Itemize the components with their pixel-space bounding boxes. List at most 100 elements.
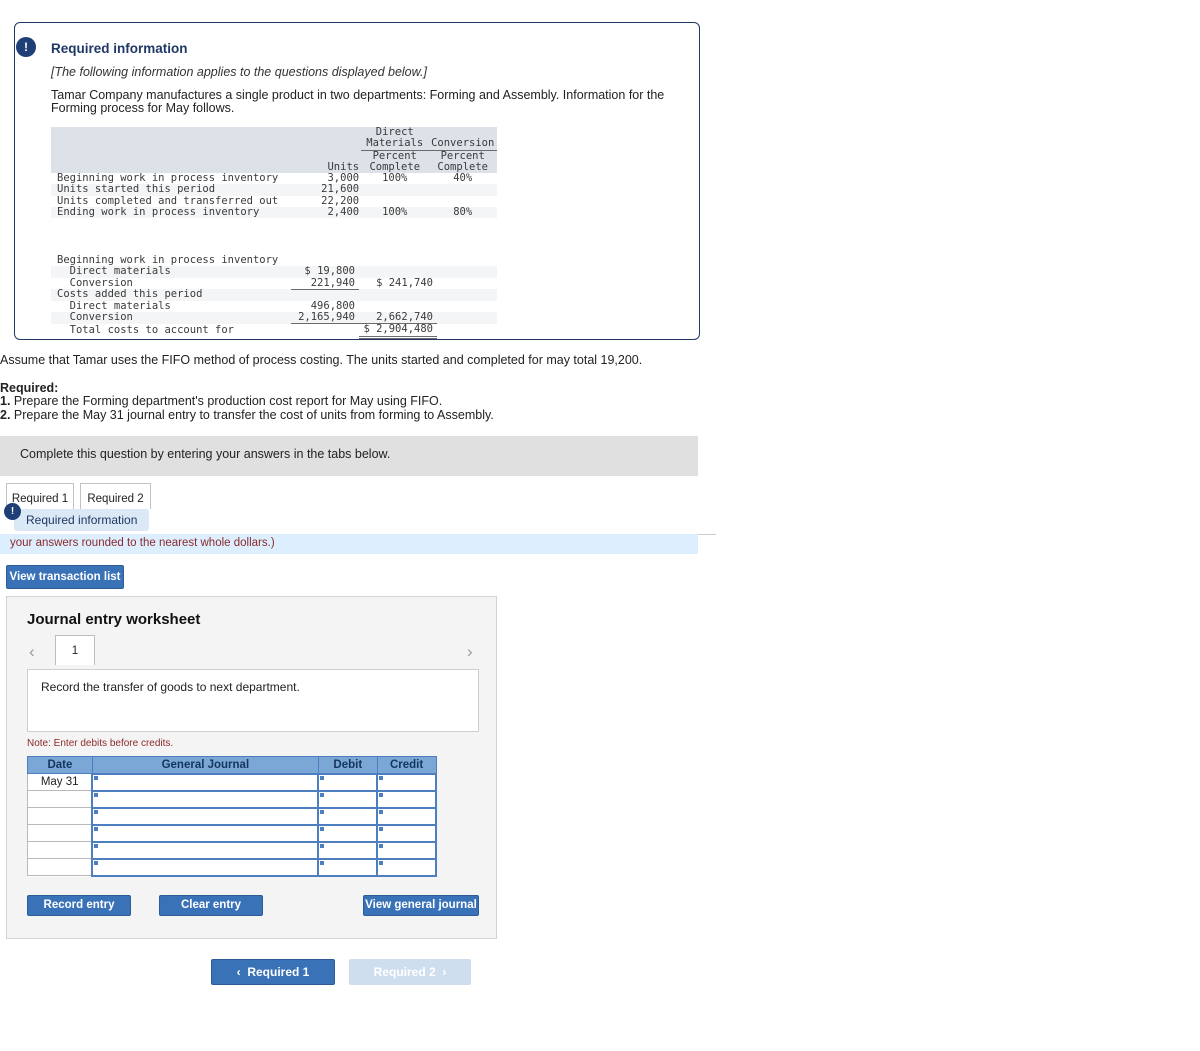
- cell-general-journal[interactable]: [91, 806, 320, 826]
- requirement-1-text: Prepare the Forming department's product…: [13, 394, 443, 408]
- row-col-a: $ 19,800: [291, 265, 359, 278]
- cell-credit[interactable]: [376, 823, 437, 843]
- row-cv: 80%: [428, 206, 497, 219]
- cell-date[interactable]: [27, 858, 93, 876]
- cell-debit[interactable]: [317, 840, 379, 860]
- chevron-left-icon[interactable]: ‹: [29, 643, 35, 661]
- row-label: Conversion: [51, 312, 291, 324]
- worksheet-pager: ‹ 1 ›: [27, 635, 479, 669]
- table-header-row-group: Direct: [51, 126, 497, 139]
- cell-general-journal[interactable]: [91, 857, 320, 877]
- table-spacer-row: [51, 218, 497, 225]
- cell-debit[interactable]: [317, 823, 379, 843]
- requirement-2: 2. Prepare the May 31 journal entry to t…: [0, 408, 494, 422]
- cell-date[interactable]: [27, 790, 93, 808]
- nav-prev-label: Required 1: [247, 965, 310, 979]
- cost-summary-table: Beginning work in process inventory Dire…: [51, 254, 497, 339]
- table-row: Costs added this period: [51, 289, 497, 301]
- journal-entry-worksheet-panel: Journal entry worksheet ‹ 1 › Record the…: [6, 596, 497, 939]
- cell-date[interactable]: [27, 807, 93, 825]
- cv-group-label: Conversion: [428, 138, 497, 151]
- cell-credit[interactable]: [376, 789, 437, 809]
- required-heading: Required:: [0, 381, 59, 395]
- instruction-bar: Complete this question by entering your …: [0, 436, 698, 476]
- cell-debit[interactable]: [317, 806, 379, 826]
- exclamation-icon: !: [4, 503, 21, 520]
- rounding-banner: your answers rounded to the nearest whol…: [0, 534, 698, 554]
- record-entry-button[interactable]: Record entry: [27, 895, 131, 916]
- banner-divider: [698, 534, 716, 535]
- worksheet-title: Journal entry worksheet: [27, 611, 201, 628]
- cell-credit[interactable]: [376, 857, 437, 877]
- column-header-debit: Debit: [317, 756, 378, 774]
- chevron-right-icon[interactable]: ›: [467, 643, 473, 661]
- required-information-panel: ! Required information [The following in…: [14, 22, 700, 340]
- table-row: May 31: [27, 772, 437, 792]
- row-total-value: $ 2,904,480: [359, 324, 437, 339]
- nav-required-2-button[interactable]: Required 2 ›: [349, 959, 471, 985]
- journal-header-row: Date General Journal Debit Credit: [27, 756, 437, 774]
- row-col-a: 221,940: [291, 277, 359, 290]
- cell-date[interactable]: May 31: [27, 773, 93, 791]
- column-header-general-journal: General Journal: [91, 756, 319, 774]
- table-row: [27, 823, 437, 843]
- column-header-credit: Credit: [376, 756, 437, 774]
- table-row: Conversion 2,165,940 2,662,740: [51, 311, 497, 325]
- row-col-b: 2,662,740: [359, 311, 437, 325]
- required-information-pill[interactable]: Required information: [14, 509, 150, 531]
- cell-general-journal[interactable]: [91, 823, 320, 843]
- row-col-a: [291, 324, 359, 337]
- table-row: [27, 857, 437, 877]
- cell-credit[interactable]: [376, 840, 437, 860]
- row-label: Total costs to account for: [57, 323, 235, 336]
- row-label: Ending work in process inventory: [51, 206, 298, 219]
- table-header-row-pct1: Percent Percent: [51, 150, 497, 162]
- table-row: [27, 840, 437, 860]
- worksheet-note: Note: Enter debits before credits.: [27, 738, 174, 749]
- column-header-date: Date: [27, 756, 93, 774]
- clear-entry-button[interactable]: Clear entry: [159, 895, 263, 916]
- cell-date[interactable]: [27, 824, 93, 842]
- row-col-a: [291, 289, 359, 301]
- exam-question-page: ! Required information [The following in…: [0, 0, 1200, 1051]
- rounding-banner-text: your answers rounded to the nearest whol…: [10, 537, 275, 549]
- required-information-title: Required information: [51, 41, 188, 56]
- journal-entry-table: Date General Journal Debit Credit May 31: [27, 756, 437, 877]
- table-row-total: Total costs to account for $ 2,904,480: [51, 323, 497, 339]
- table-header-row-group2: Materials Conversion: [51, 138, 497, 151]
- row-label: Direct materials: [51, 265, 291, 278]
- cell-date[interactable]: [27, 841, 93, 859]
- row-dm: 100%: [382, 172, 408, 185]
- nav-next-label: Required 2: [373, 965, 436, 979]
- tab-required-2[interactable]: Required 2: [80, 483, 151, 509]
- requirement-2-text: Prepare the May 31 journal entry to tran…: [13, 408, 494, 422]
- cell-general-journal[interactable]: [91, 772, 320, 792]
- cell-credit[interactable]: [376, 806, 437, 826]
- table-row: Ending work in process inventory 2,400 1…: [51, 206, 497, 219]
- worksheet-page-tab-1[interactable]: 1: [55, 635, 95, 665]
- view-transaction-list-button[interactable]: View transaction list: [6, 565, 124, 589]
- row-dm: [361, 184, 429, 196]
- row-cv: [428, 184, 497, 196]
- cell-debit[interactable]: [317, 772, 379, 792]
- cell-credit[interactable]: [376, 772, 437, 792]
- cell-general-journal[interactable]: [91, 789, 320, 809]
- cell-debit[interactable]: [317, 789, 379, 809]
- view-general-journal-button[interactable]: View general journal: [363, 895, 479, 916]
- row-dm: 100%: [361, 206, 429, 219]
- chevron-right-icon: ›: [442, 965, 447, 979]
- exclamation-icon: !: [16, 37, 36, 57]
- row-label: Costs added this period: [51, 289, 291, 301]
- chevron-left-icon: ‹: [236, 965, 241, 979]
- cell-debit[interactable]: [317, 857, 379, 877]
- row-col-b: [359, 255, 437, 266]
- cell-general-journal[interactable]: [91, 840, 320, 860]
- nav-required-1-button[interactable]: ‹ Required 1: [211, 959, 335, 985]
- process-costing-data-table: Direct Materials Conversion Percent Perc…: [51, 126, 497, 225]
- requirement-1-number: 1.: [0, 394, 11, 408]
- row-col-b: [359, 289, 437, 301]
- table-row: Direct materials $ 19,800: [51, 265, 497, 278]
- table-row: [27, 806, 437, 826]
- dm-group-line2: Materials: [361, 138, 429, 151]
- table-row: [27, 789, 437, 809]
